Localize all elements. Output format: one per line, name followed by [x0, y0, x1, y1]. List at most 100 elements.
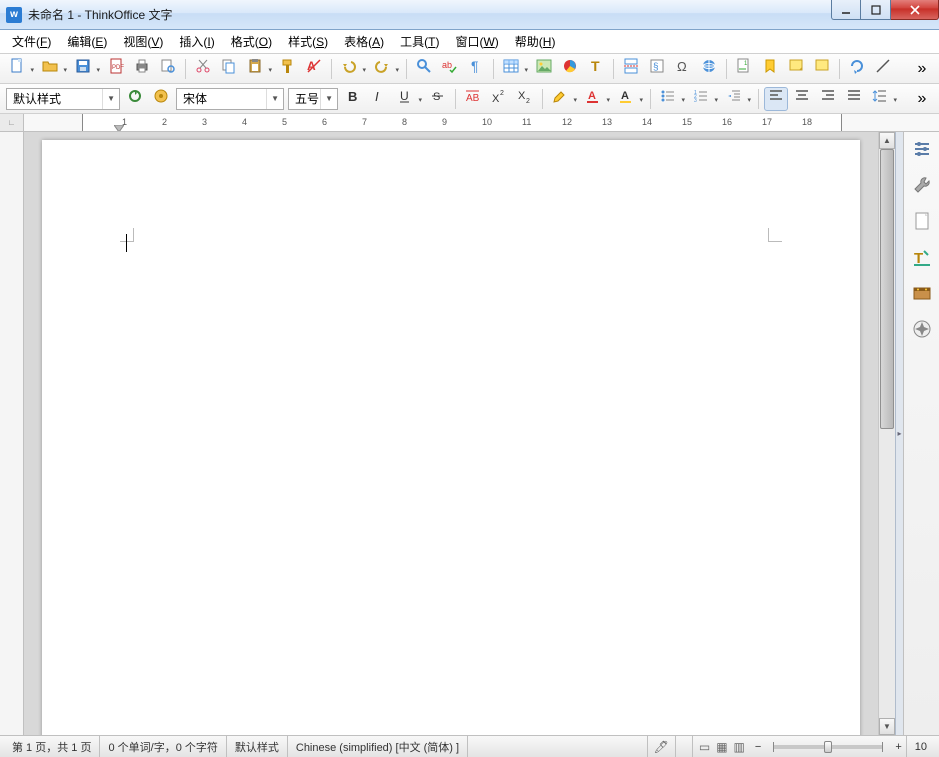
- bookmark-button[interactable]: [758, 57, 782, 81]
- menu-a[interactable]: 表格(A): [336, 30, 392, 53]
- print-preview-button[interactable]: [156, 57, 180, 81]
- font-name-combo[interactable]: 宋体▼: [176, 88, 284, 110]
- status-wordcount[interactable]: 0 个单词/字，0 个字符: [100, 736, 226, 757]
- clear-format-button[interactable]: A: [302, 57, 326, 81]
- footnote-button[interactable]: 1: [732, 57, 756, 81]
- bullets-button[interactable]: [656, 87, 680, 111]
- status-style[interactable]: 默认样式: [227, 736, 288, 757]
- menu-t[interactable]: 工具(T): [392, 30, 447, 53]
- status-page[interactable]: 第 1 页，共 1 页: [4, 736, 100, 757]
- sidebar-properties-button[interactable]: [909, 138, 935, 164]
- align-right-button[interactable]: [816, 87, 840, 111]
- paste-button[interactable]: [243, 57, 267, 81]
- export-pdf-button[interactable]: PDF: [104, 57, 128, 81]
- align-center-button[interactable]: [790, 87, 814, 111]
- copy-button[interactable]: [217, 57, 241, 81]
- highlight-button[interactable]: [548, 87, 572, 111]
- italic-button[interactable]: I: [367, 87, 391, 111]
- line-button[interactable]: [871, 57, 895, 81]
- menu-s[interactable]: 样式(S): [280, 30, 336, 53]
- indent-marker[interactable]: [114, 120, 124, 128]
- vertical-ruler[interactable]: [0, 132, 24, 735]
- align-left-button[interactable]: [764, 87, 788, 111]
- menu-w[interactable]: 窗口(W): [447, 30, 506, 53]
- page-break-button[interactable]: [619, 57, 643, 81]
- image-button[interactable]: [532, 57, 556, 81]
- print-button[interactable]: [130, 57, 154, 81]
- page[interactable]: [42, 140, 860, 735]
- status-signature-icon[interactable]: 🖊: [648, 740, 675, 754]
- menu-i[interactable]: 插入(I): [171, 30, 222, 53]
- cut-button[interactable]: [191, 57, 215, 81]
- new-doc-button[interactable]: [5, 57, 29, 81]
- outdent-button[interactable]: [722, 87, 746, 111]
- status-language[interactable]: Chinese (simplified) [中文 (简体) ]: [288, 736, 468, 757]
- strike-button[interactable]: S: [426, 87, 450, 111]
- track-changes-button[interactable]: [845, 57, 869, 81]
- toolbar-overflow-button[interactable]: »: [910, 87, 934, 111]
- find-button[interactable]: [412, 57, 436, 81]
- underline-button[interactable]: U: [393, 87, 417, 111]
- zoom-slider[interactable]: [773, 745, 883, 749]
- bold-button[interactable]: B: [341, 87, 365, 111]
- superscript-button[interactable]: X2: [487, 87, 511, 111]
- note-button[interactable]: [784, 57, 808, 81]
- sidebar-collapse-handle[interactable]: ▸: [895, 132, 903, 735]
- subscript-button[interactable]: X2: [513, 87, 537, 111]
- numbering-button[interactable]: 123: [689, 87, 713, 111]
- sidebar-gallery-button[interactable]: [909, 282, 935, 308]
- menu-v[interactable]: 视图(V): [115, 30, 171, 53]
- sidebar-styles-button[interactable]: T: [909, 246, 935, 272]
- scroll-up-button[interactable]: ▲: [879, 132, 895, 149]
- comment-button[interactable]: [810, 57, 834, 81]
- status-view-icons[interactable]: ▭ ▦ ▥: [693, 740, 751, 754]
- view-book-icon[interactable]: ▥: [734, 740, 745, 754]
- paragraph-style-combo[interactable]: 默认样式▼: [6, 88, 120, 110]
- scroll-track[interactable]: [879, 149, 895, 718]
- sidebar-page-button[interactable]: [909, 210, 935, 236]
- maximize-button[interactable]: [861, 0, 891, 20]
- undo-button[interactable]: [337, 57, 361, 81]
- sidebar-navigator-button[interactable]: [909, 318, 935, 344]
- char-bg-button[interactable]: A: [614, 87, 638, 111]
- font-color-button[interactable]: A: [581, 87, 605, 111]
- save-button[interactable]: [71, 57, 95, 81]
- scroll-down-button[interactable]: ▼: [879, 718, 895, 735]
- line-spacing-button[interactable]: [868, 87, 892, 111]
- omega-button[interactable]: Ω: [671, 57, 695, 81]
- special-char-button[interactable]: §: [645, 57, 669, 81]
- menu-e[interactable]: 编辑(E): [59, 30, 115, 53]
- font-size-combo[interactable]: 五号▼: [288, 88, 338, 110]
- minimize-button[interactable]: [831, 0, 861, 20]
- overline-button[interactable]: AB: [461, 87, 485, 111]
- align-justify-button[interactable]: [842, 87, 866, 111]
- view-single-icon[interactable]: ▭: [699, 740, 710, 754]
- vertical-scrollbar[interactable]: ▲ ▼: [878, 132, 895, 735]
- zoom-out-button[interactable]: −: [751, 741, 765, 753]
- toolbar-overflow-button[interactable]: »: [910, 57, 934, 81]
- scroll-thumb[interactable]: [880, 149, 894, 429]
- new-style-button[interactable]: [149, 87, 173, 111]
- update-style-button[interactable]: [123, 87, 147, 111]
- spellcheck-button[interactable]: ab: [438, 57, 462, 81]
- menu-f[interactable]: 文件(F): [4, 30, 59, 53]
- table-button[interactable]: [499, 57, 523, 81]
- text-box-button[interactable]: T: [584, 57, 608, 81]
- redo-button[interactable]: [370, 57, 394, 81]
- clone-format-button[interactable]: [276, 57, 300, 81]
- view-multi-icon[interactable]: ▦: [716, 740, 727, 754]
- close-button[interactable]: [891, 0, 939, 20]
- status-zoom-value[interactable]: 10: [906, 736, 935, 757]
- horizontal-ruler[interactable]: 123456789101112131415161718: [24, 114, 939, 131]
- menu-o[interactable]: 格式(O): [223, 30, 280, 53]
- hyperlink-button[interactable]: [697, 57, 721, 81]
- open-button[interactable]: [38, 57, 62, 81]
- ruler-tick: 9: [442, 117, 447, 127]
- menu-h[interactable]: 帮助(H): [507, 30, 564, 53]
- chart-button[interactable]: [558, 57, 582, 81]
- pilcrow-button[interactable]: ¶: [464, 57, 488, 81]
- document-area[interactable]: [24, 132, 878, 735]
- zoom-in-button[interactable]: +: [891, 741, 905, 753]
- zoom-knob[interactable]: [824, 741, 832, 753]
- sidebar-wrench-button[interactable]: [909, 174, 935, 200]
